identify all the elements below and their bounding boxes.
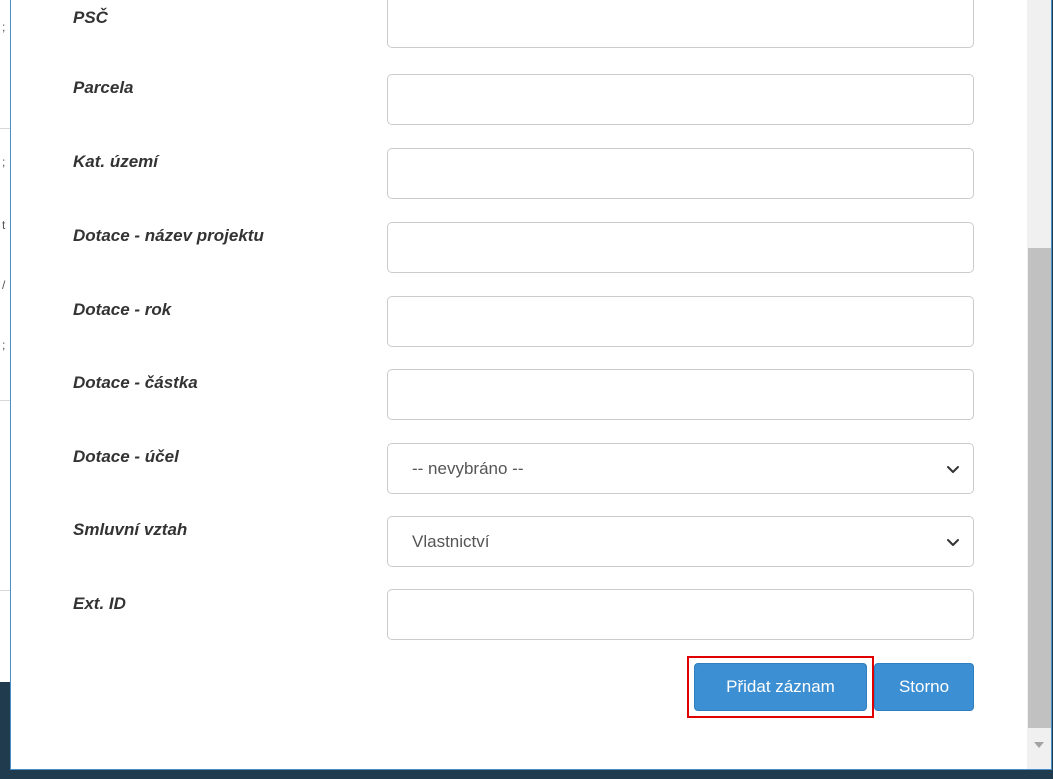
kat-uzemi-input[interactable] (387, 148, 974, 199)
background-fragment: ; (2, 155, 6, 169)
background-fragment: ; (2, 338, 6, 352)
dotace-nazev-projektu-label: Dotace - název projektu (73, 226, 264, 245)
scrollbar-thumb[interactable] (1028, 248, 1051, 728)
add-record-modal: PSČ Parcela Kat. území Dotace - název pr… (10, 0, 1052, 770)
background-fragment: t (2, 218, 6, 232)
kat-uzemi-label: Kat. území (73, 152, 159, 171)
smluvni-vztah-select[interactable]: Vlastnictví (387, 516, 974, 567)
ext-id-input[interactable] (387, 589, 974, 640)
dotace-castka-label: Dotace - částka (73, 373, 198, 392)
dotace-nazev-projektu-input[interactable] (387, 222, 974, 273)
dotace-ucel-value: -- nevybráno -- (412, 459, 524, 478)
smluvni-vztah-value: Vlastnictví (412, 532, 490, 551)
scroll-down-arrow-icon[interactable] (1034, 742, 1044, 748)
parcela-input[interactable] (387, 74, 974, 125)
background-fragment: ; (2, 20, 6, 34)
parcela-label: Parcela (73, 78, 134, 97)
dotace-ucel-select[interactable]: -- nevybráno -- (387, 443, 974, 494)
vertical-scrollbar[interactable] (1027, 0, 1051, 769)
cancel-button[interactable]: Storno (874, 663, 974, 711)
ext-id-label: Ext. ID (73, 594, 126, 613)
smluvni-vztah-label: Smluvní vztah (73, 520, 188, 539)
highlight-box (687, 656, 874, 718)
dotace-ucel-label: Dotace - účel (73, 447, 179, 466)
chevron-down-icon (947, 539, 959, 546)
background-fragment: / (2, 278, 6, 292)
dotace-rok-input[interactable] (387, 296, 974, 347)
dotace-castka-input[interactable] (387, 369, 974, 420)
psc-label: PSČ (73, 8, 108, 27)
dotace-rok-label: Dotace - rok (73, 300, 172, 319)
chevron-down-icon (947, 466, 959, 473)
psc-input[interactable] (387, 0, 974, 48)
